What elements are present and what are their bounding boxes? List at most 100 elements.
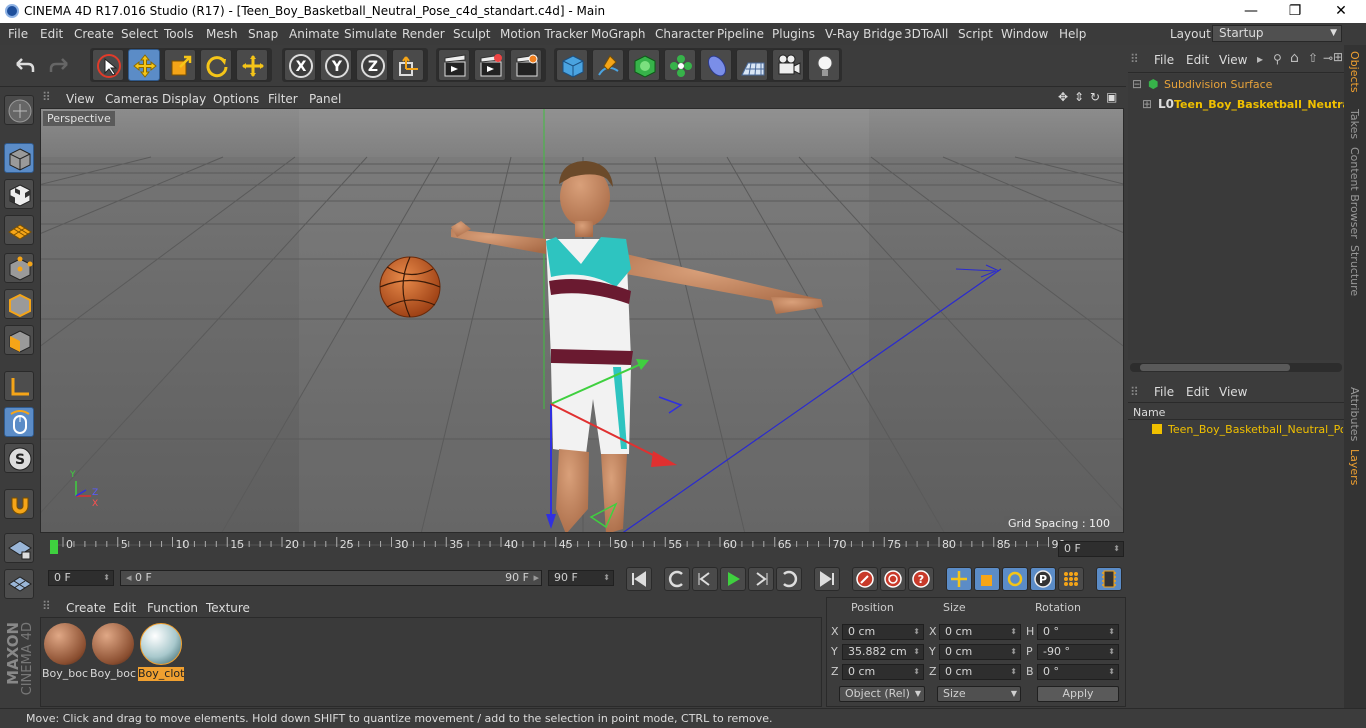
- key-scale-button[interactable]: [974, 567, 1000, 591]
- maximize-button[interactable]: ❐: [1272, 0, 1318, 23]
- layer-color-swatch[interactable]: [1152, 424, 1162, 434]
- rotation-field[interactable]: -90 ° ⬍: [1037, 644, 1119, 660]
- rotation-field[interactable]: 0 ° ⬍: [1037, 664, 1119, 680]
- home-icon[interactable]: ⌂: [1290, 50, 1299, 66]
- layout-select[interactable]: Startup ▼: [1212, 25, 1342, 42]
- spinner-icon[interactable]: ⬍: [1010, 665, 1017, 679]
- key-pla-button[interactable]: [1058, 567, 1084, 591]
- size-field[interactable]: 0 cm ⬍: [939, 664, 1021, 680]
- tab-objects[interactable]: Objects: [1348, 51, 1361, 93]
- render-view-button[interactable]: [438, 49, 470, 81]
- menu-character[interactable]: Character: [655, 27, 714, 41]
- menu-edit[interactable]: Edit: [40, 27, 63, 41]
- range-slider[interactable]: ◂ 0 F 90 F ▸: [120, 570, 542, 586]
- points-mode-button[interactable]: [4, 253, 34, 283]
- spinner-icon[interactable]: ⬍: [913, 625, 920, 639]
- next-key-button[interactable]: [776, 567, 802, 591]
- cube-button[interactable]: [556, 49, 588, 81]
- collapse-icon[interactable]: ⊟: [1132, 77, 1142, 91]
- enable-axis-button[interactable]: [4, 371, 34, 401]
- tweak-mode-button[interactable]: [4, 407, 34, 437]
- menu-plugins[interactable]: Plugins: [772, 27, 815, 41]
- spinner-icon[interactable]: ⬍: [1113, 542, 1120, 556]
- go-to-start-button[interactable]: [626, 567, 652, 591]
- floor-button[interactable]: [736, 49, 768, 81]
- previous-frame-button[interactable]: [692, 567, 718, 591]
- spinner-icon[interactable]: ⬍: [1010, 645, 1017, 659]
- vp-menu-panel[interactable]: Panel: [309, 92, 341, 106]
- spinner-icon[interactable]: ⬍: [1108, 665, 1115, 679]
- timeline-window-button[interactable]: [1096, 567, 1122, 591]
- menu-tools[interactable]: Tools: [164, 27, 194, 41]
- record-key-button[interactable]: [852, 567, 878, 591]
- spinner-icon[interactable]: ⬍: [603, 571, 610, 585]
- om-menu-edit[interactable]: Edit: [1186, 53, 1209, 67]
- live-selection-button[interactable]: [92, 49, 124, 81]
- position-field[interactable]: 0 cm ⬍: [842, 624, 924, 640]
- mat-menu-texture[interactable]: Texture: [206, 601, 250, 615]
- tab-structure[interactable]: Structure: [1348, 245, 1361, 296]
- subdivision-button[interactable]: [628, 49, 660, 81]
- vp-menu-filter[interactable]: Filter: [268, 92, 298, 106]
- mat-menu-create[interactable]: Create: [66, 601, 106, 615]
- link-icon[interactable]: ⊸: [1323, 51, 1333, 65]
- new-panel-icon[interactable]: ⊞: [1333, 50, 1343, 64]
- spinner-icon[interactable]: ⬍: [103, 571, 110, 585]
- menu-script[interactable]: Script: [958, 27, 993, 41]
- model-mode-button[interactable]: [4, 143, 34, 173]
- tab-attributes[interactable]: Attributes: [1348, 387, 1361, 441]
- z-axis-button[interactable]: Z: [356, 49, 388, 81]
- tab-takes[interactable]: Takes: [1348, 109, 1361, 139]
- tab-content-browser[interactable]: Content Browser: [1348, 147, 1361, 239]
- menu-file[interactable]: File: [8, 27, 28, 41]
- om-menu-view[interactable]: View: [1219, 53, 1247, 67]
- spinner-icon[interactable]: ⬍: [1010, 625, 1017, 639]
- undo-button[interactable]: [8, 49, 40, 81]
- orbit-view-icon[interactable]: ↻: [1090, 90, 1100, 104]
- spinner-icon[interactable]: ⬍: [913, 645, 920, 659]
- mat-menu-function[interactable]: Function: [147, 601, 198, 615]
- menu-sculpt[interactable]: Sculpt: [453, 27, 490, 41]
- y-axis-button[interactable]: Y: [320, 49, 352, 81]
- start-frame-field[interactable]: 0 F ⬍: [48, 570, 114, 586]
- object-hscrollbar[interactable]: [1130, 363, 1342, 372]
- render-settings-button[interactable]: [510, 49, 542, 81]
- menu-vray-bridge[interactable]: V-Ray Bridge: [825, 27, 902, 41]
- size-mode-select[interactable]: Size ▼: [937, 686, 1021, 702]
- menu-motion-tracker[interactable]: Motion Tracker: [500, 27, 588, 41]
- make-editable-button[interactable]: [4, 95, 34, 125]
- timeline-ruler[interactable]: 051015202530354045505560657075808590 0 F…: [40, 535, 1126, 565]
- key-rotation-button[interactable]: [1002, 567, 1028, 591]
- up-arrow-icon[interactable]: ⇧: [1308, 51, 1318, 65]
- planar-workplane-button[interactable]: [4, 569, 34, 599]
- vp-menu-display[interactable]: Display: [162, 92, 206, 106]
- end-frame-field[interactable]: 90 F ⬍: [548, 570, 614, 586]
- x-axis-button[interactable]: X: [284, 49, 316, 81]
- material-swatch[interactable]: Boy_boc: [42, 621, 88, 683]
- keyframe-selection-button[interactable]: ?: [908, 567, 934, 591]
- snap-button[interactable]: S: [4, 443, 34, 473]
- next-frame-button[interactable]: [748, 567, 774, 591]
- menu-create[interactable]: Create: [74, 27, 114, 41]
- maximize-view-icon[interactable]: ▣: [1106, 90, 1117, 104]
- spinner-icon[interactable]: ⬍: [913, 665, 920, 679]
- object-row-subdivision[interactable]: ⊟ ⬢ Subdivision Surface: [1132, 77, 1342, 93]
- menu-animate[interactable]: Animate: [289, 27, 339, 41]
- polygons-mode-button[interactable]: [4, 325, 34, 355]
- vp-menu-cameras[interactable]: Cameras: [105, 92, 158, 106]
- playhead[interactable]: [50, 540, 58, 554]
- go-to-end-button[interactable]: [814, 567, 840, 591]
- mat-menu-edit[interactable]: Edit: [113, 601, 136, 615]
- close-button[interactable]: ✕: [1318, 0, 1364, 23]
- menu-mesh[interactable]: Mesh: [206, 27, 238, 41]
- spline-pen-button[interactable]: [592, 49, 624, 81]
- size-field[interactable]: 0 cm ⬍: [939, 624, 1021, 640]
- layer-row[interactable]: Teen_Boy_Basketball_Neutral_Pose: [1136, 422, 1344, 438]
- deformer-button[interactable]: [700, 49, 732, 81]
- key-position-button[interactable]: [946, 567, 972, 591]
- viewport-perspective[interactable]: Perspective Y Z X Grid Spacing : 100 cm: [40, 108, 1124, 533]
- object-row-mesh[interactable]: ⊞ L0 Teen_Boy_Basketball_Neutral_Po: [1142, 97, 1344, 113]
- expand-icon[interactable]: ⊞: [1142, 97, 1152, 111]
- menu-select[interactable]: Select: [121, 27, 158, 41]
- light-button[interactable]: [808, 49, 840, 81]
